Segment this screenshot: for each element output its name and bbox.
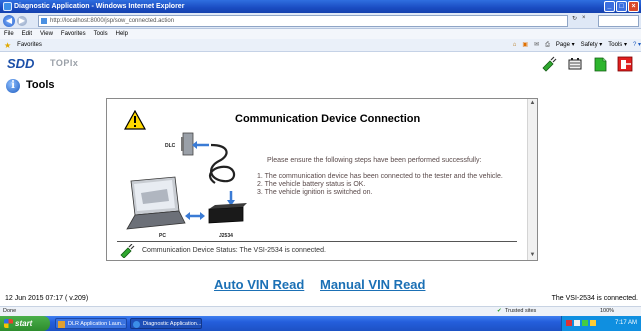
- connection-dialog: Communication Device Connection DLC PC J…: [106, 98, 538, 261]
- tools-menu[interactable]: Tools ▾: [608, 39, 627, 52]
- warning-icon: [124, 110, 146, 130]
- system-tray: 7:17 AM: [561, 316, 641, 331]
- menu-view[interactable]: View: [40, 29, 53, 39]
- battery-icon[interactable]: [567, 56, 583, 72]
- back-icon[interactable]: ◀: [3, 15, 15, 27]
- help-menu[interactable]: ? ▾: [633, 39, 641, 52]
- tools-header: i Tools: [0, 77, 641, 95]
- task-diagnostic-app[interactable]: Diagnostic Application...: [130, 318, 202, 329]
- feeds-icon[interactable]: ▣: [522, 39, 528, 52]
- ie-icon: [133, 321, 140, 328]
- zone-label: Trusted sites: [505, 308, 537, 314]
- maximize-button[interactable]: □: [616, 1, 627, 12]
- mail-icon[interactable]: ✉: [534, 39, 539, 52]
- minimize-button[interactable]: _: [604, 1, 615, 12]
- step-item: 2. The vehicle battery status is OK.: [257, 181, 366, 188]
- auto-vin-read-link[interactable]: Auto VIN Read: [214, 277, 304, 292]
- connection-illustration: [126, 132, 247, 230]
- steps-intro: Please ensure the following steps have b…: [267, 157, 482, 164]
- dialog-scrollbar[interactable]: ▲ ▼: [527, 99, 537, 260]
- menu-tools[interactable]: Tools: [94, 29, 108, 39]
- search-input[interactable]: [598, 15, 639, 27]
- tray-icon[interactable]: [574, 320, 580, 326]
- app-status-row: 12 Jun 2015 07:17 ( v.209) The VSI-2534 …: [0, 294, 641, 305]
- favorites-star-icon[interactable]: ★: [4, 39, 11, 52]
- window-title: Diagnostic Application - Windows Interne…: [14, 3, 185, 10]
- browser-status-bar: Done ✔ Trusted sites 100%: [0, 306, 641, 316]
- plug-status-icon: [120, 244, 135, 258]
- app-header: SDD TOPIx: [0, 53, 641, 75]
- tray-icons: [566, 320, 596, 326]
- print-icon[interactable]: ⎙: [545, 39, 550, 52]
- forward-icon[interactable]: ▶: [17, 16, 27, 26]
- page-title: Tools: [26, 79, 55, 91]
- connection-plug-icon[interactable]: [541, 56, 557, 72]
- dlc-label: DLC: [165, 143, 176, 149]
- session-timestamp: 12 Jun 2015 07:17 ( v.209): [5, 295, 89, 302]
- zoom-level[interactable]: 100%: [600, 307, 614, 316]
- menu-edit[interactable]: Edit: [22, 29, 32, 39]
- tray-icon[interactable]: [582, 320, 588, 326]
- step-item: 1. The communication device has been con…: [257, 173, 503, 180]
- address-toolbar: ◀ ▶ http://localhost:8000/jsp/sow_connec…: [0, 13, 641, 29]
- scroll-up-icon[interactable]: ▲: [528, 99, 537, 108]
- step-item: 3. The vehicle ignition is switched on.: [257, 189, 373, 196]
- taskbar: start DLR Application Laun... Diagnostic…: [0, 316, 641, 331]
- command-bar: ★ Favorites ⌂ ▣ ✉ ⎙ Page ▾ Safety ▾ Tool…: [0, 39, 641, 52]
- exit-icon[interactable]: [617, 56, 633, 72]
- menu-bar: File Edit View Favorites Tools Help: [0, 29, 641, 39]
- info-icon: i: [6, 79, 20, 93]
- page-icon: [41, 18, 47, 24]
- sdd-logo: SDD: [7, 56, 35, 71]
- dialog-title: Communication Device Connection: [235, 113, 421, 125]
- document-green-icon[interactable]: [592, 56, 608, 72]
- task-label: Diagnostic Application...: [143, 321, 202, 327]
- start-button[interactable]: start: [0, 316, 50, 331]
- close-button[interactable]: ×: [628, 1, 639, 12]
- tray-icon[interactable]: [590, 320, 596, 326]
- device-status-text: Communication Device Status: The VSI-253…: [142, 247, 326, 254]
- folder-icon: [58, 321, 65, 328]
- start-label: start: [15, 319, 33, 328]
- manual-vin-read-link[interactable]: Manual VIN Read: [320, 277, 425, 292]
- favorites-button[interactable]: Favorites: [17, 39, 42, 52]
- topix-logo: TOPIx: [50, 58, 79, 68]
- windows-flag-icon: [4, 319, 13, 328]
- pc-label: PC: [159, 233, 166, 239]
- address-tools: ↻ ×: [572, 15, 586, 22]
- menu-help[interactable]: Help: [116, 29, 128, 39]
- tray-icon[interactable]: [566, 320, 572, 326]
- address-url: http://localhost:8000/jsp/sow_connected.…: [50, 18, 175, 24]
- home-icon[interactable]: ⌂: [513, 39, 517, 52]
- ie-app-icon: [3, 2, 12, 11]
- page-menu[interactable]: Page ▾: [556, 39, 575, 52]
- address-input[interactable]: http://localhost:8000/jsp/sow_connected.…: [38, 15, 568, 27]
- window-controls: _ □ ×: [604, 1, 639, 12]
- menu-file[interactable]: File: [4, 29, 14, 39]
- screen: Diagnostic Application - Windows Interne…: [0, 0, 641, 331]
- load-status: Done: [3, 308, 17, 314]
- connection-status: The VSI-2534 is connected.: [551, 295, 638, 302]
- device-status-bar: Communication Device Status: The VSI-253…: [117, 241, 517, 258]
- steps-list: 1. The communication device has been con…: [257, 173, 527, 197]
- window-title-bar: Diagnostic Application - Windows Interne…: [0, 0, 641, 13]
- clock[interactable]: 7:17 AM: [615, 320, 637, 326]
- menu-favorites[interactable]: Favorites: [61, 29, 86, 39]
- task-dlr-launcher[interactable]: DLR Application Laun...: [55, 318, 127, 329]
- safety-menu[interactable]: Safety ▾: [581, 39, 603, 52]
- stop-icon[interactable]: ×: [582, 15, 586, 22]
- task-label: DLR Application Laun...: [68, 321, 126, 327]
- j2534-label: J2534: [219, 233, 233, 239]
- trusted-sites-icon: ✔: [497, 308, 502, 314]
- refresh-icon[interactable]: ↻: [572, 15, 577, 22]
- scroll-down-icon[interactable]: ▼: [528, 251, 537, 260]
